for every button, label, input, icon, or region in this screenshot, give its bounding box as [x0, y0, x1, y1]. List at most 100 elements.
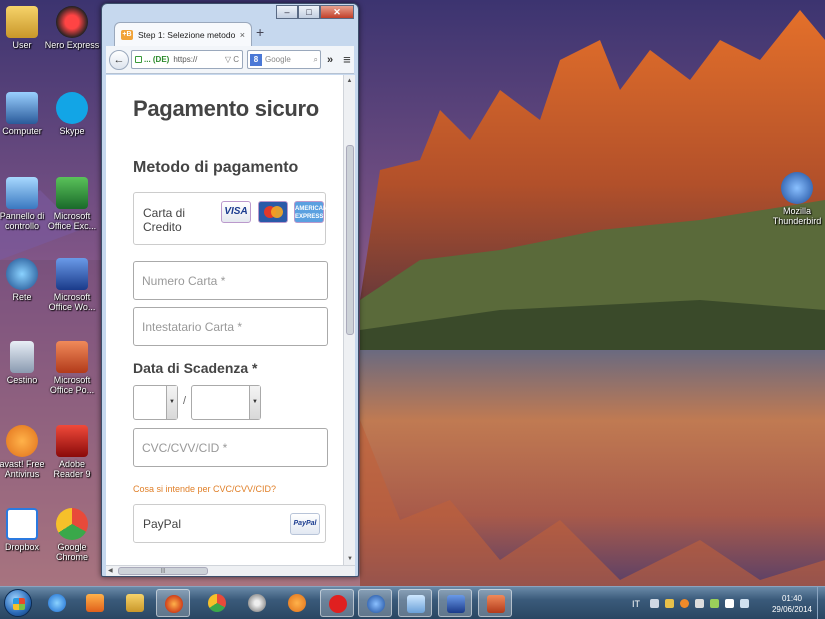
back-button[interactable]: ←	[109, 49, 129, 70]
lock-icon	[135, 56, 142, 63]
scroll-up-icon[interactable]: ▲	[344, 75, 355, 87]
taskbar-media-player[interactable]	[78, 589, 112, 617]
system-clock[interactable]: 01:40 29/06/2014	[770, 593, 814, 615]
credit-card-option[interactable]: Carta di Credito VISA AMERICAN EXPRESS	[133, 192, 327, 245]
desktop-icon-adobe-reader[interactable]: Adobe Reader 9	[34, 425, 110, 479]
recycle-bin-icon	[10, 341, 34, 373]
internet-explorer-icon	[48, 594, 66, 612]
hamburger-menu-icon[interactable]: ≡	[343, 52, 351, 67]
taskbar-disc-app[interactable]	[240, 589, 274, 617]
media-player-icon	[86, 594, 104, 612]
vertical-scroll-thumb[interactable]	[346, 145, 354, 335]
taskbar-explorer[interactable]	[118, 589, 152, 617]
window-icon	[407, 595, 425, 613]
page-content: Pagamento sicuro Metodo di pagamento Car…	[106, 75, 343, 565]
chrome-icon	[208, 594, 226, 612]
window-controls: – □ ✕	[276, 5, 354, 19]
scroll-down-icon[interactable]: ▼	[344, 553, 356, 565]
desktop-icon-skype[interactable]: Skype	[34, 92, 110, 136]
navigation-bar: ← ... (DE) https:// ▽ C 8 Google ⌕ » ≡	[106, 46, 354, 74]
desktop-icon-excel[interactable]: Microsoft Office Exc...	[34, 177, 110, 231]
vodafone-icon	[329, 595, 347, 613]
search-input[interactable]: Google	[265, 55, 314, 64]
horizontal-scrollbar[interactable]: ◀ |||	[106, 565, 355, 576]
desktop-icon-word[interactable]: Microsoft Office Wo...	[34, 258, 110, 312]
toolbar-overflow-button[interactable]: »	[327, 54, 333, 66]
start-button[interactable]	[4, 589, 32, 617]
language-indicator[interactable]: IT	[632, 599, 640, 609]
desktop-icon-thunderbird[interactable]: Mozilla Thunderbird	[759, 172, 825, 226]
word-icon	[447, 595, 465, 613]
expiry-month-select[interactable]: ▼	[133, 385, 178, 420]
taskbar-thunderbird[interactable]	[358, 589, 392, 617]
folder-icon	[126, 594, 144, 612]
chevron-down-icon[interactable]: ▼	[249, 386, 260, 419]
amex-logo-icon: AMERICAN EXPRESS	[294, 201, 327, 223]
tray-power-icon[interactable]	[710, 599, 719, 608]
tray-app-icon[interactable]	[695, 599, 704, 608]
credit-card-label: Carta di Credito	[143, 206, 186, 234]
excel-icon	[56, 177, 88, 209]
minimize-button[interactable]: –	[276, 5, 298, 19]
show-desktop-button[interactable]	[817, 587, 825, 619]
windows-logo-icon	[13, 598, 25, 610]
page-title: Pagamento sicuro	[133, 96, 319, 121]
taskbar-chrome[interactable]	[200, 589, 234, 617]
thunderbird-icon	[367, 595, 385, 613]
taskbar: IT 01:40 29/06/2014	[0, 586, 825, 619]
desktop-icon-chrome[interactable]: Google Chrome	[34, 508, 110, 562]
search-icon[interactable]: ⌕	[314, 55, 318, 65]
url-text[interactable]: https://	[173, 55, 223, 64]
url-bar[interactable]: ... (DE) https:// ▽ C	[131, 50, 243, 69]
horizontal-scroll-thumb[interactable]: |||	[118, 567, 208, 575]
tray-arrow-icon[interactable]	[650, 599, 659, 608]
taskbar-powerpoint[interactable]	[478, 589, 512, 617]
tray-network-icon[interactable]	[725, 599, 734, 608]
vertical-scrollbar[interactable]: ▲ ▼	[343, 75, 355, 565]
nero-icon	[56, 6, 88, 38]
desktop-icon-nero-express[interactable]: Nero Express	[34, 6, 110, 50]
visa-logo-icon: VISA	[221, 201, 251, 223]
expiry-date-heading: Data di Scadenza *	[133, 360, 258, 376]
taskbar-app-window[interactable]	[398, 589, 432, 617]
taskbar-internet-explorer[interactable]	[40, 589, 74, 617]
close-window-button[interactable]: ✕	[320, 5, 354, 19]
paypal-logo-icon: PayPal	[290, 513, 320, 535]
expiry-year-select[interactable]: ▼	[191, 385, 261, 420]
paypal-option[interactable]: PayPal PayPal	[133, 504, 326, 543]
taskbar-avast[interactable]	[280, 589, 314, 617]
chevron-down-icon[interactable]: ▼	[166, 386, 177, 419]
desktop-icon-powerpoint[interactable]: Microsoft Office Po...	[34, 341, 110, 395]
google-search-engine-icon[interactable]: 8	[250, 53, 262, 66]
search-bar[interactable]: 8 Google ⌕	[247, 50, 321, 69]
clock-time: 01:40	[781, 594, 803, 603]
system-tray: IT	[632, 587, 755, 619]
scroll-left-icon[interactable]: ◀	[108, 567, 113, 574]
url-dropdown-reload-icon[interactable]: ▽ C	[225, 55, 239, 64]
maximize-button[interactable]: □	[298, 5, 320, 19]
adobe-reader-icon	[56, 425, 88, 457]
new-tab-button[interactable]: +	[256, 24, 264, 40]
card-number-input[interactable]: Numero Carta *	[133, 261, 328, 300]
taskbar-word[interactable]	[438, 589, 472, 617]
taskbar-firefox[interactable]	[156, 589, 190, 617]
mastercard-logo-icon	[258, 201, 288, 223]
thunderbird-icon	[781, 172, 813, 204]
taskbar-vodafone[interactable]	[320, 589, 354, 617]
tab-bar: +B Step 1: Selezione metodo di ... × +	[106, 20, 354, 46]
cvc-help-link[interactable]: Cosa si intende per CVC/CVV/CID?	[133, 484, 276, 494]
browser-window: – □ ✕ +B Step 1: Selezione metodo di ...…	[101, 3, 359, 577]
tab-checkout[interactable]: +B Step 1: Selezione metodo di ... ×	[114, 22, 252, 46]
powerpoint-icon	[487, 595, 505, 613]
site-identity[interactable]: ... (DE)	[144, 55, 169, 64]
expiry-separator: /	[183, 395, 187, 407]
cvc-input[interactable]: CVC/CVV/CID *	[133, 428, 328, 467]
tray-flag-icon[interactable]	[665, 599, 674, 608]
card-holder-input[interactable]: Intestatario Carta *	[133, 307, 328, 346]
tray-volume-icon[interactable]	[740, 599, 749, 608]
disc-icon	[248, 594, 266, 612]
tray-avast-icon[interactable]	[680, 599, 689, 608]
firefox-icon	[165, 595, 183, 613]
powerpoint-icon	[56, 341, 88, 373]
tab-close-icon[interactable]: ×	[240, 30, 245, 40]
